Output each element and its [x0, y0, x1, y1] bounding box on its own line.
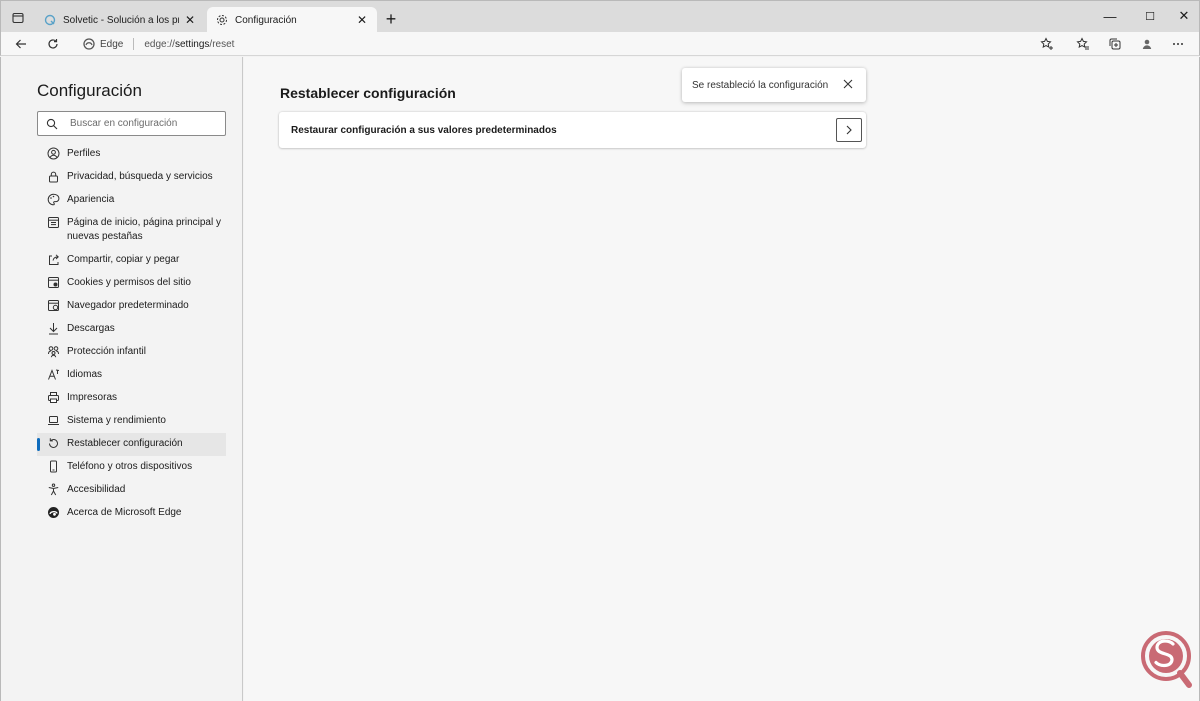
profile-icon	[47, 147, 60, 160]
accessibility-icon	[47, 483, 60, 496]
toast-close-button[interactable]	[842, 78, 854, 90]
sidebar-item-restablecer[interactable]: Restablecer configuración	[37, 433, 226, 456]
sidebar-item-label: Acerca de Microsoft Edge	[67, 507, 182, 518]
sidebar-item-label: Cookies y permisos del sitio	[67, 277, 191, 288]
close-window-button[interactable]: ✕	[1164, 1, 1200, 31]
page-title: Restablecer configuración	[280, 85, 456, 101]
star-add-icon	[1040, 37, 1053, 50]
solvetic-favicon-icon	[43, 13, 57, 27]
sidebar-item-privacidad[interactable]: Privacidad, búsqueda y servicios	[37, 166, 226, 189]
sidebar-item-label: Teléfono y otros dispositivos	[67, 461, 193, 472]
tab-actions-button[interactable]	[7, 7, 29, 29]
printer-icon	[47, 391, 60, 404]
chevron-right-icon	[846, 125, 852, 135]
sidebar-item-idiomas[interactable]: Idiomas	[37, 364, 226, 387]
url-text: edge://settings/reset	[144, 38, 235, 50]
edge-icon	[47, 506, 60, 519]
sidebar-item-navegador[interactable]: Navegador predeterminado	[37, 295, 226, 318]
sidebar-item-label: Página de inicio, página principal y nue…	[67, 217, 221, 242]
edge-icon	[83, 38, 95, 50]
sidebar-item-accesibilidad[interactable]: Accesibilidad	[37, 479, 226, 502]
sidebar-item-telefono[interactable]: Teléfono y otros dispositivos	[37, 456, 226, 479]
language-icon	[47, 368, 60, 381]
restore-defaults-button[interactable]	[836, 118, 862, 142]
cookie-icon	[47, 276, 60, 289]
sidebar-item-proteccion-infantil[interactable]: Protección infantil	[37, 341, 226, 364]
solvetic-watermark-logo	[1140, 630, 1192, 692]
tab-title: Solvetic - Solución a los problem	[63, 14, 179, 26]
add-favorite-button[interactable]	[1036, 34, 1058, 54]
sidebar-item-label: Apariencia	[67, 194, 115, 205]
address-divider	[133, 38, 135, 50]
sidebar-item-cookies[interactable]: Cookies y permisos del sitio	[37, 272, 226, 295]
sidebar-item-pagina-inicio[interactable]: Página de inicio, página principal y nue…	[37, 212, 226, 249]
sidebar-item-label: Privacidad, búsqueda y servicios	[67, 171, 213, 182]
sidebar-item-label: Perfiles	[67, 148, 101, 159]
sidebar-item-sistema[interactable]: Sistema y rendimiento	[37, 410, 226, 433]
refresh-icon	[48, 39, 58, 49]
sidebar-item-label: Accesibilidad	[67, 484, 126, 495]
gear-icon	[215, 13, 229, 27]
close-icon	[843, 79, 853, 89]
collections-button[interactable]	[1104, 34, 1126, 54]
sidebar-item-acerca-de[interactable]: Acerca de Microsoft Edge	[37, 502, 226, 525]
collections-icon	[1109, 38, 1121, 50]
tab-configuracion[interactable]: Configuración ✕	[207, 7, 377, 33]
browser-icon	[47, 299, 60, 312]
close-tab-icon[interactable]: ✕	[183, 13, 197, 27]
tab-strip: Solvetic - Solución a los problem ✕ Conf…	[0, 0, 1200, 33]
search-placeholder: Buscar en configuración	[70, 118, 178, 129]
profile-avatar-icon	[1142, 39, 1152, 49]
sidebar-item-label: Protección infantil	[67, 346, 146, 357]
sidebar-item-label: Descargas	[67, 323, 115, 334]
share-icon	[47, 253, 60, 266]
settings-main: Restablecer configuración Restaurar conf…	[244, 57, 1200, 701]
sidebar-item-compartir[interactable]: Compartir, copiar y pegar	[37, 249, 226, 272]
sidebar-item-apariencia[interactable]: Apariencia	[37, 189, 226, 212]
back-arrow-icon	[15, 39, 26, 49]
address-bar[interactable]: Edge edge://settings/reset	[83, 35, 234, 53]
favorites-button[interactable]	[1072, 34, 1094, 54]
settings-sidebar: Configuración Buscar en configuración Pe…	[0, 57, 243, 701]
restore-defaults-label: Restaurar configuración a sus valores pr…	[291, 124, 557, 136]
sidebar-item-label: Sistema y rendimiento	[67, 415, 166, 426]
tab-actions-icon	[12, 12, 24, 24]
reset-toast: Se restableció la configuración	[682, 68, 866, 102]
sidebar-item-label: Idiomas	[67, 369, 103, 380]
laptop-icon	[47, 414, 60, 427]
close-tab-icon[interactable]: ✕	[355, 13, 369, 27]
toolbar: Edge edge://settings/reset	[0, 32, 1200, 56]
toast-message: Se restableció la configuración	[692, 79, 829, 91]
ellipsis-icon	[1173, 43, 1183, 45]
sidebar-title: Configuración	[37, 81, 142, 100]
sidebar-item-label: Navegador predeterminado	[67, 300, 189, 311]
reset-icon	[47, 437, 60, 450]
tab-solvetic[interactable]: Solvetic - Solución a los problem ✕	[35, 7, 205, 33]
family-icon	[47, 345, 60, 358]
sidebar-item-label: Impresoras	[67, 392, 118, 403]
sidebar-item-perfiles[interactable]: Perfiles	[37, 143, 226, 166]
refresh-button[interactable]	[42, 34, 64, 54]
profile-button[interactable]	[1136, 34, 1158, 54]
sidebar-item-descargas[interactable]: Descargas	[37, 318, 226, 341]
phone-icon	[47, 460, 60, 473]
palette-icon	[47, 193, 60, 206]
search-icon	[46, 118, 58, 129]
search-input[interactable]: Buscar en configuración	[37, 111, 226, 136]
tab-title: Configuración	[235, 14, 297, 26]
minimize-button[interactable]: —	[1090, 1, 1130, 31]
settings-nav: Perfiles Privacidad, búsqueda y servicio…	[37, 143, 226, 525]
restore-defaults-row[interactable]: Restaurar configuración a sus valores pr…	[279, 112, 866, 148]
lock-icon	[47, 170, 60, 183]
back-button[interactable]	[10, 34, 32, 54]
sidebar-item-label: Compartir, copiar y pegar	[67, 254, 180, 265]
home-tab-icon	[47, 216, 60, 229]
favorites-icon	[1076, 37, 1089, 50]
download-icon	[47, 322, 60, 335]
new-tab-button[interactable]: +	[381, 9, 401, 29]
more-options-button[interactable]	[1167, 34, 1189, 54]
site-label: Edge	[100, 38, 124, 50]
sidebar-item-impresoras[interactable]: Impresoras	[37, 387, 226, 410]
sidebar-item-label: Restablecer configuración	[67, 438, 183, 449]
